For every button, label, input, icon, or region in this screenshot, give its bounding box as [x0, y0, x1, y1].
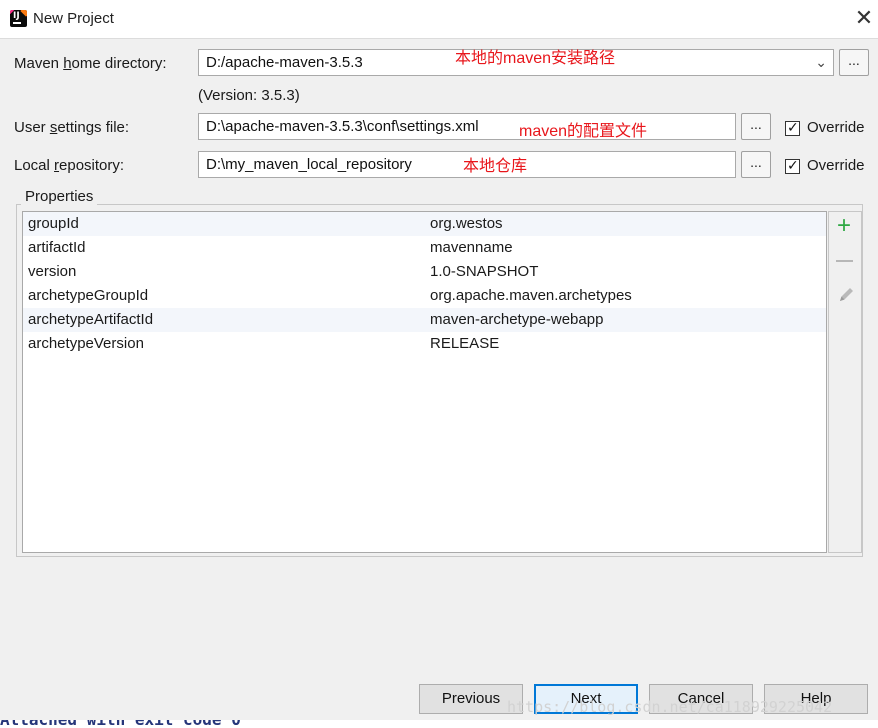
- user-settings-input[interactable]: D:\apache-maven-3.5.3\conf\settings.xml: [198, 113, 736, 140]
- checkmark-icon: ✓: [787, 157, 799, 173]
- add-icon[interactable]: +: [837, 214, 851, 238]
- local-repository-browse-button[interactable]: ...: [741, 151, 771, 178]
- background-console-text: Attached with exit code 0: [0, 720, 241, 728]
- user-settings-annotation: maven的配置文件: [519, 123, 648, 140]
- maven-home-browse-button[interactable]: ...: [839, 49, 869, 76]
- property-value: maven-archetype-webapp: [430, 311, 604, 328]
- properties-title: Properties: [21, 188, 98, 205]
- checkmark-icon: ✓: [787, 119, 799, 135]
- maven-home-label: Maven home directory:: [14, 55, 167, 72]
- property-key: artifactId: [28, 239, 86, 256]
- properties-toolbar: +: [828, 211, 862, 553]
- user-settings-label: User settings file:: [14, 119, 130, 136]
- property-key: groupId: [28, 215, 79, 232]
- chevron-down-icon[interactable]: ⌄: [815, 50, 827, 75]
- property-key: archetypeArtifactId: [28, 311, 154, 328]
- property-key: archetypeGroupId: [28, 287, 149, 304]
- property-key: version: [28, 263, 77, 280]
- property-value: org.apache.maven.archetypes: [430, 287, 632, 304]
- local-repository-label: Local repository:: [14, 157, 125, 174]
- window-title: New Project: [33, 10, 114, 27]
- local-repository-override-label[interactable]: Override: [807, 157, 865, 174]
- user-settings-override-label[interactable]: Override: [807, 119, 865, 136]
- title-bar: IJ New Project ✕: [0, 0, 878, 39]
- edit-pencil-icon[interactable]: [837, 284, 857, 304]
- table-row[interactable]: groupId org.westos: [23, 212, 826, 236]
- table-row[interactable]: artifactId mavenname: [23, 236, 826, 260]
- property-value: org.westos: [430, 215, 503, 232]
- remove-icon[interactable]: [836, 260, 853, 262]
- user-settings-browse-button[interactable]: ...: [741, 113, 771, 140]
- close-icon[interactable]: ✕: [852, 7, 876, 31]
- background-console: Attached with exit code 0: [0, 720, 878, 728]
- property-value: RELEASE: [430, 335, 500, 352]
- property-value: mavenname: [430, 239, 513, 256]
- maven-version-label: (Version: 3.5.3): [198, 87, 300, 104]
- table-row[interactable]: archetypeVersion RELEASE: [23, 332, 826, 356]
- properties-table[interactable]: groupId org.westos artifactId mavenname …: [22, 211, 827, 553]
- table-row[interactable]: archetypeGroupId org.apache.maven.archet…: [23, 284, 826, 308]
- table-row[interactable]: version 1.0-SNAPSHOT: [23, 260, 826, 284]
- table-row[interactable]: archetypeArtifactId maven-archetype-weba…: [23, 308, 826, 332]
- watermark-text: https://blog.csdn.net/ca118929225042: [507, 698, 833, 716]
- local-repository-annotation: 本地仓库: [463, 158, 528, 175]
- maven-home-value: D:/apache-maven-3.5.3: [206, 54, 363, 71]
- intellij-idea-icon: IJ: [10, 10, 27, 27]
- property-key: archetypeVersion: [28, 335, 144, 352]
- maven-home-annotation: 本地的maven安装路径: [455, 50, 616, 67]
- property-value: 1.0-SNAPSHOT: [430, 263, 539, 280]
- local-repository-override-checkbox[interactable]: ✓: [785, 157, 800, 174]
- user-settings-override-checkbox[interactable]: ✓: [785, 119, 800, 136]
